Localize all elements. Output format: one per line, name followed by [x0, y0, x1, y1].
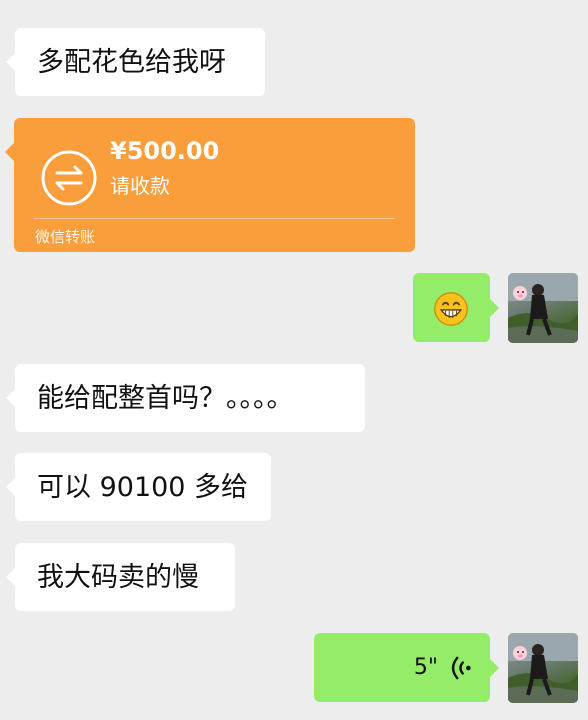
avatar-image — [508, 273, 578, 343]
incoming-message-bubble[interactable]: 能给配整首吗？。。。。 — [6, 364, 365, 432]
avatar-image — [508, 633, 578, 703]
message-text: 多配花色给我呀 — [37, 46, 226, 78]
message-text: 我大码卖的慢 — [37, 561, 199, 593]
avatar[interactable] — [508, 633, 578, 703]
outgoing-voice-bubble[interactable]: 5" — [314, 633, 499, 702]
incoming-message-bubble[interactable]: 多配花色给我呀 — [6, 28, 265, 96]
voice-duration: 5" — [413, 654, 438, 680]
grinning-face-emoji — [434, 292, 468, 326]
incoming-message-bubble[interactable]: 我大码卖的慢 — [6, 543, 235, 611]
transfer-status: 请收款 — [110, 174, 170, 198]
transfer-card[interactable]: ¥500.00 请收款 微信转账 — [5, 118, 415, 252]
transfer-amount: ¥500.00 — [110, 137, 220, 165]
incoming-message-bubble[interactable]: 可以 90100 多给 — [6, 453, 271, 521]
transfer-footer: 微信转账 — [35, 228, 96, 246]
avatar[interactable] — [508, 273, 578, 343]
outgoing-emoji-bubble[interactable] — [413, 273, 499, 342]
transfer-arrows-icon — [41, 150, 97, 206]
transfer-divider — [34, 218, 395, 219]
voice-wave-icon — [451, 656, 471, 679]
message-text: 可以 90100 多给 — [37, 471, 249, 503]
message-text: 能给配整首吗？。。。。 — [37, 382, 294, 414]
